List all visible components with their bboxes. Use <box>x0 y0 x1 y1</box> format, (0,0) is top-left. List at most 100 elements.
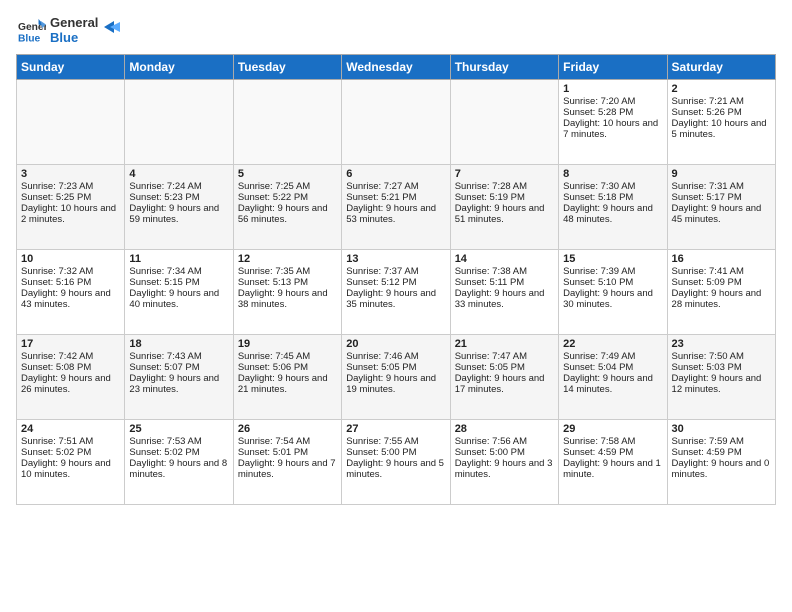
calendar-cell: 6Sunrise: 7:27 AMSunset: 5:21 PMDaylight… <box>342 164 450 249</box>
day-info: Sunrise: 7:54 AM <box>238 436 337 447</box>
day-number: 9 <box>672 168 771 180</box>
calendar-cell: 15Sunrise: 7:39 AMSunset: 5:10 PMDayligh… <box>559 249 667 334</box>
day-number: 17 <box>21 338 120 350</box>
calendar-cell: 22Sunrise: 7:49 AMSunset: 5:04 PMDayligh… <box>559 334 667 419</box>
day-info: Sunset: 5:26 PM <box>672 107 771 118</box>
day-info: Sunset: 5:06 PM <box>238 362 337 373</box>
day-info: Sunset: 5:17 PM <box>672 192 771 203</box>
day-number: 4 <box>129 168 228 180</box>
day-number: 21 <box>455 338 554 350</box>
day-info: Sunrise: 7:42 AM <box>21 351 120 362</box>
calendar-cell: 25Sunrise: 7:53 AMSunset: 5:02 PMDayligh… <box>125 419 233 504</box>
day-info: Sunrise: 7:47 AM <box>455 351 554 362</box>
day-info: Sunset: 5:25 PM <box>21 192 120 203</box>
logo-general: General <box>50 15 98 30</box>
day-number: 20 <box>346 338 445 350</box>
day-info: Sunset: 5:03 PM <box>672 362 771 373</box>
calendar-cell: 10Sunrise: 7:32 AMSunset: 5:16 PMDayligh… <box>17 249 125 334</box>
day-info: Daylight: 9 hours and 43 minutes. <box>21 288 120 310</box>
calendar-cell: 3Sunrise: 7:23 AMSunset: 5:25 PMDaylight… <box>17 164 125 249</box>
day-info: Daylight: 9 hours and 5 minutes. <box>346 458 445 480</box>
calendar-cell: 5Sunrise: 7:25 AMSunset: 5:22 PMDaylight… <box>233 164 341 249</box>
day-info: Daylight: 9 hours and 33 minutes. <box>455 288 554 310</box>
day-info: Sunset: 5:22 PM <box>238 192 337 203</box>
day-info: Sunset: 4:59 PM <box>672 447 771 458</box>
day-info: Daylight: 9 hours and 56 minutes. <box>238 203 337 225</box>
day-info: Daylight: 9 hours and 3 minutes. <box>455 458 554 480</box>
logo: General Blue General Blue <box>16 16 120 46</box>
day-info: Daylight: 9 hours and 21 minutes. <box>238 373 337 395</box>
calendar-cell: 30Sunrise: 7:59 AMSunset: 4:59 PMDayligh… <box>667 419 775 504</box>
day-info: Daylight: 9 hours and 40 minutes. <box>129 288 228 310</box>
day-number: 11 <box>129 253 228 265</box>
calendar-cell: 7Sunrise: 7:28 AMSunset: 5:19 PMDaylight… <box>450 164 558 249</box>
page-header: General Blue General Blue <box>16 16 776 46</box>
day-info: Daylight: 9 hours and 35 minutes. <box>346 288 445 310</box>
day-info: Sunset: 5:15 PM <box>129 277 228 288</box>
calendar-cell <box>125 79 233 164</box>
calendar-cell: 11Sunrise: 7:34 AMSunset: 5:15 PMDayligh… <box>125 249 233 334</box>
day-info: Sunset: 5:01 PM <box>238 447 337 458</box>
day-info: Sunset: 5:02 PM <box>129 447 228 458</box>
col-header-saturday: Saturday <box>667 54 775 79</box>
day-info: Daylight: 9 hours and 59 minutes. <box>129 203 228 225</box>
calendar-cell: 18Sunrise: 7:43 AMSunset: 5:07 PMDayligh… <box>125 334 233 419</box>
day-number: 23 <box>672 338 771 350</box>
calendar-cell: 8Sunrise: 7:30 AMSunset: 5:18 PMDaylight… <box>559 164 667 249</box>
calendar-table: SundayMondayTuesdayWednesdayThursdayFrid… <box>16 54 776 505</box>
day-info: Sunrise: 7:46 AM <box>346 351 445 362</box>
day-info: Sunrise: 7:35 AM <box>238 266 337 277</box>
calendar-cell: 26Sunrise: 7:54 AMSunset: 5:01 PMDayligh… <box>233 419 341 504</box>
day-info: Sunrise: 7:55 AM <box>346 436 445 447</box>
day-info: Daylight: 10 hours and 2 minutes. <box>21 203 120 225</box>
day-number: 29 <box>563 423 662 435</box>
day-number: 2 <box>672 83 771 95</box>
day-info: Sunset: 5:12 PM <box>346 277 445 288</box>
day-info: Sunrise: 7:34 AM <box>129 266 228 277</box>
logo-blue: Blue <box>50 30 78 45</box>
calendar-cell: 13Sunrise: 7:37 AMSunset: 5:12 PMDayligh… <box>342 249 450 334</box>
logo-icon: General Blue <box>18 17 46 45</box>
day-number: 8 <box>563 168 662 180</box>
day-info: Sunrise: 7:43 AM <box>129 351 228 362</box>
day-info: Sunset: 5:13 PM <box>238 277 337 288</box>
day-info: Sunrise: 7:30 AM <box>563 181 662 192</box>
day-number: 7 <box>455 168 554 180</box>
day-info: Sunset: 5:05 PM <box>455 362 554 373</box>
day-info: Daylight: 9 hours and 12 minutes. <box>672 373 771 395</box>
calendar-cell: 29Sunrise: 7:58 AMSunset: 4:59 PMDayligh… <box>559 419 667 504</box>
col-header-tuesday: Tuesday <box>233 54 341 79</box>
day-info: Sunset: 5:04 PM <box>563 362 662 373</box>
day-info: Daylight: 9 hours and 26 minutes. <box>21 373 120 395</box>
calendar-cell: 20Sunrise: 7:46 AMSunset: 5:05 PMDayligh… <box>342 334 450 419</box>
calendar-cell: 16Sunrise: 7:41 AMSunset: 5:09 PMDayligh… <box>667 249 775 334</box>
calendar-cell: 12Sunrise: 7:35 AMSunset: 5:13 PMDayligh… <box>233 249 341 334</box>
day-info: Sunset: 5:18 PM <box>563 192 662 203</box>
day-info: Daylight: 9 hours and 0 minutes. <box>672 458 771 480</box>
day-info: Daylight: 9 hours and 45 minutes. <box>672 203 771 225</box>
day-info: Daylight: 10 hours and 7 minutes. <box>563 118 662 140</box>
day-info: Sunset: 5:16 PM <box>21 277 120 288</box>
day-number: 6 <box>346 168 445 180</box>
day-number: 14 <box>455 253 554 265</box>
calendar-cell <box>450 79 558 164</box>
svg-text:Blue: Blue <box>18 33 41 44</box>
day-number: 15 <box>563 253 662 265</box>
day-number: 12 <box>238 253 337 265</box>
day-number: 16 <box>672 253 771 265</box>
day-info: Daylight: 9 hours and 48 minutes. <box>563 203 662 225</box>
calendar-cell: 24Sunrise: 7:51 AMSunset: 5:02 PMDayligh… <box>17 419 125 504</box>
day-info: Sunset: 5:09 PM <box>672 277 771 288</box>
day-number: 3 <box>21 168 120 180</box>
day-info: Sunrise: 7:21 AM <box>672 96 771 107</box>
day-info: Daylight: 9 hours and 7 minutes. <box>238 458 337 480</box>
day-number: 13 <box>346 253 445 265</box>
day-number: 24 <box>21 423 120 435</box>
day-info: Daylight: 9 hours and 14 minutes. <box>563 373 662 395</box>
col-header-thursday: Thursday <box>450 54 558 79</box>
day-info: Sunrise: 7:24 AM <box>129 181 228 192</box>
col-header-monday: Monday <box>125 54 233 79</box>
day-info: Daylight: 10 hours and 5 minutes. <box>672 118 771 140</box>
day-number: 25 <box>129 423 228 435</box>
day-number: 26 <box>238 423 337 435</box>
